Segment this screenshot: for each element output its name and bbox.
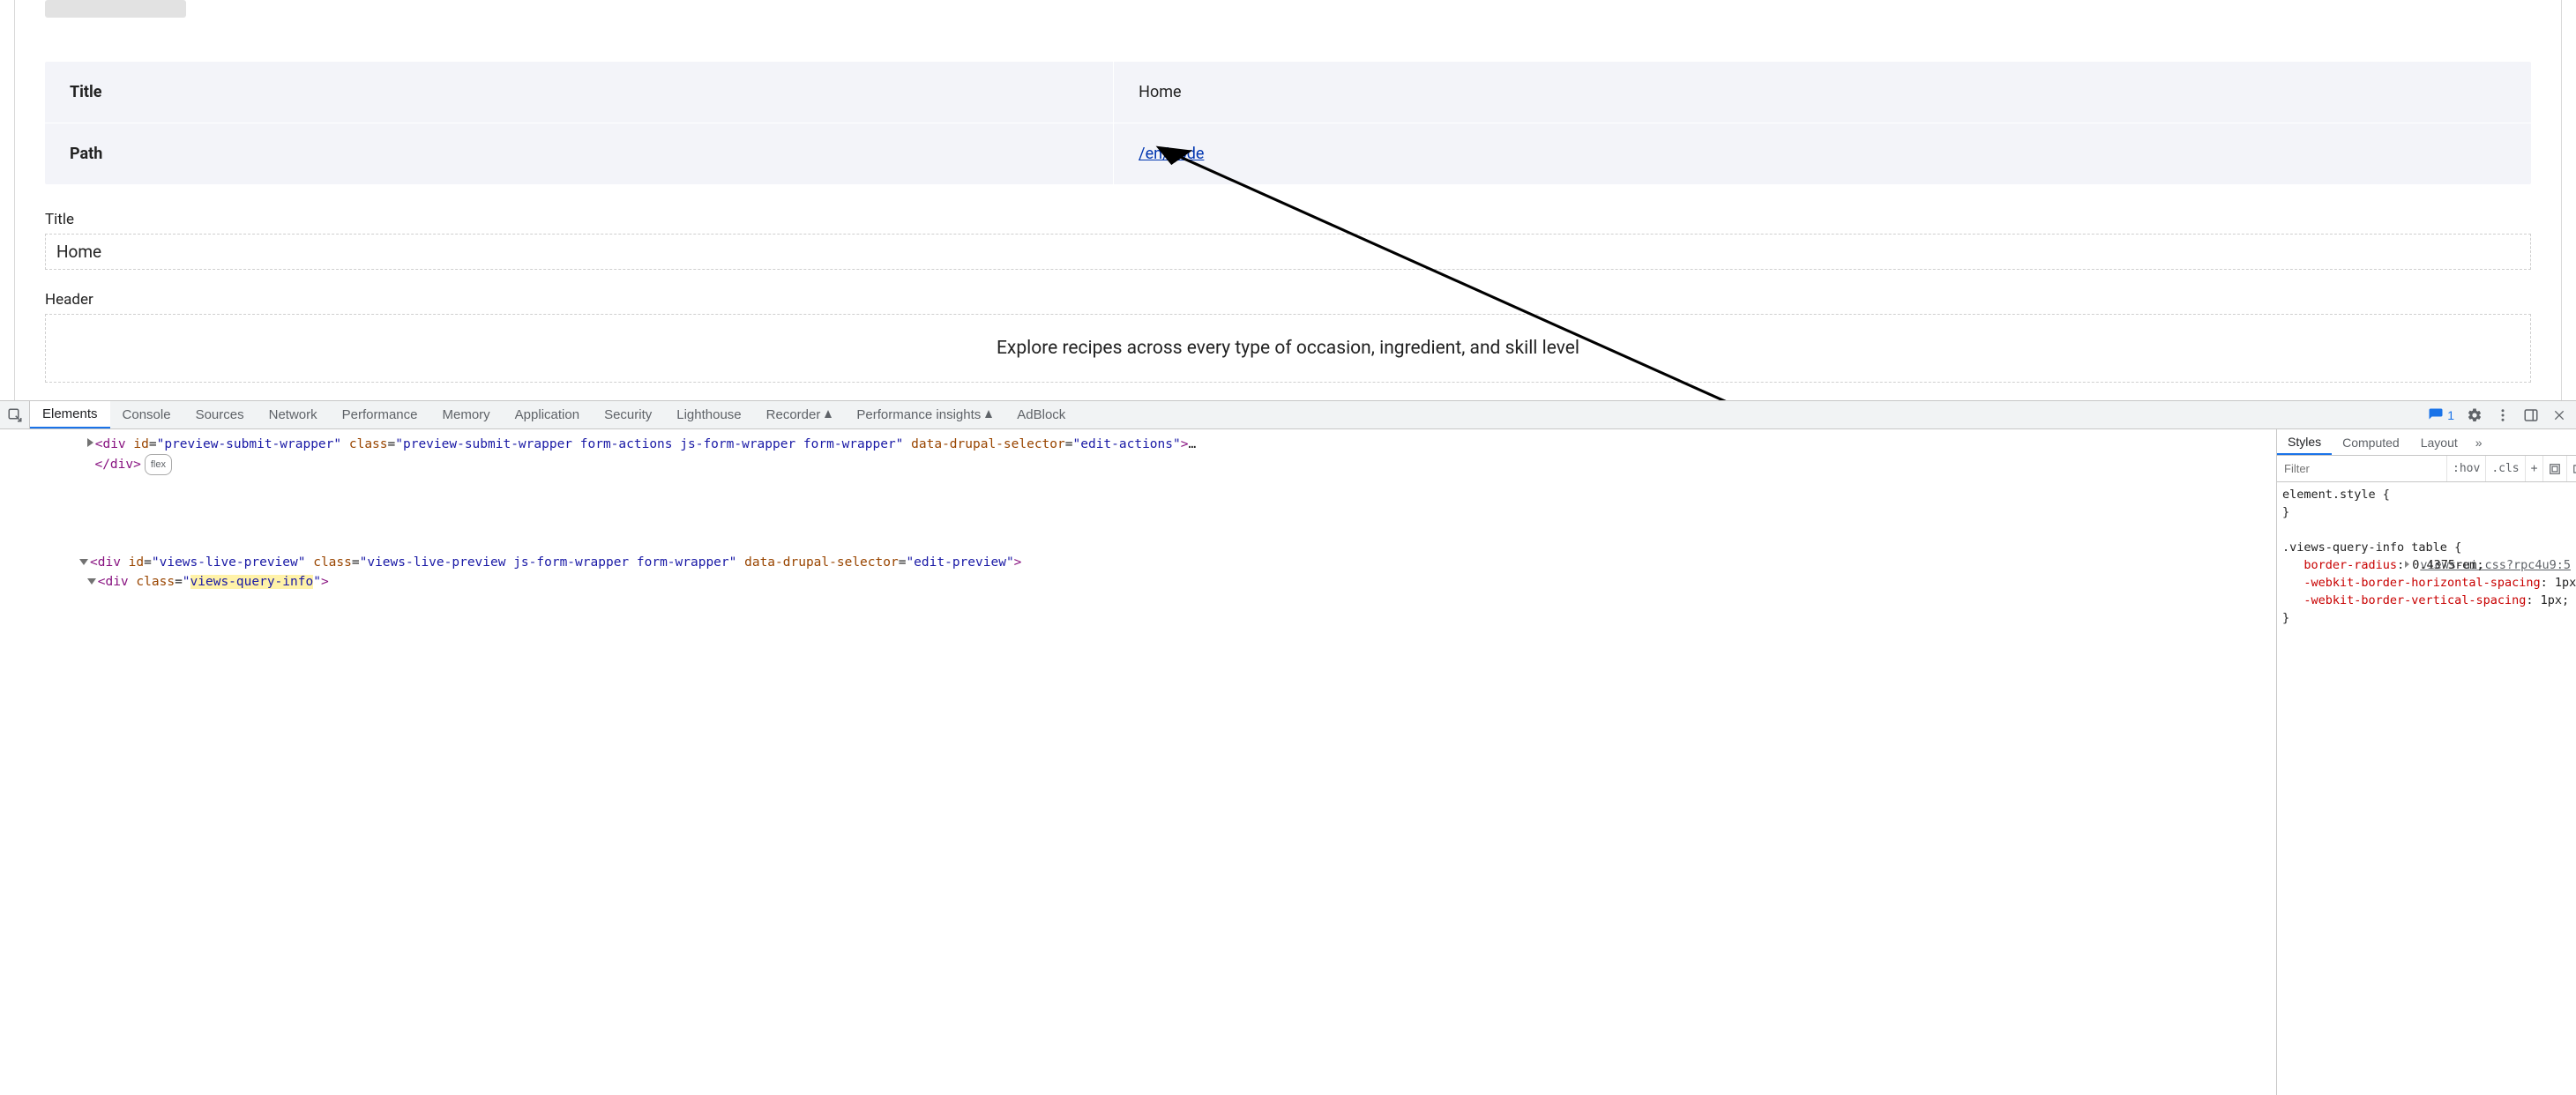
table-row: Path /en/node: [45, 123, 2531, 184]
gear-icon[interactable]: [2467, 407, 2483, 423]
path-value-cell: /en/node: [1114, 123, 2531, 184]
tab-memory[interactable]: Memory: [430, 401, 503, 428]
header-field-value: Explore recipes across every type of occ…: [45, 314, 2531, 383]
tab-adblock[interactable]: AdBlock: [1004, 401, 1078, 428]
elements-tree[interactable]: <div id="preview-submit-wrapper" class="…: [0, 429, 2276, 1095]
header-field-label: Header: [45, 291, 2531, 309]
tab-computed[interactable]: Computed: [2332, 429, 2410, 455]
tab-performance-insights[interactable]: Performance insights: [844, 401, 1004, 428]
devtools-tabs: Elements Console Sources Network Perform…: [0, 401, 2576, 429]
close-icon[interactable]: [2551, 407, 2567, 423]
tab-sources[interactable]: Sources: [183, 401, 257, 428]
styles-more-tabs[interactable]: »: [2468, 429, 2490, 455]
preview-area: Title Home Path /en/node Title Home Head…: [14, 0, 2562, 400]
tab-layout[interactable]: Layout: [2410, 429, 2468, 455]
path-link[interactable]: /en/node: [1139, 145, 1204, 163]
title-field-value: Home: [45, 234, 2531, 270]
styles-panel: Styles Computed Layout » :hov .cls +: [2276, 429, 2576, 1095]
inspect-element-button[interactable]: [0, 401, 30, 428]
placeholder-block: [45, 0, 186, 18]
views-query-info-table: Title Home Path /en/node: [45, 62, 2531, 184]
tab-elements[interactable]: Elements: [30, 401, 110, 428]
cls-toggle[interactable]: .cls: [2485, 456, 2524, 481]
styles-more-icon[interactable]: [2566, 456, 2576, 481]
tab-styles[interactable]: Styles: [2277, 429, 2332, 455]
tab-application[interactable]: Application: [503, 401, 592, 428]
kebab-menu-icon[interactable]: [2495, 407, 2511, 423]
styles-rules[interactable]: element.style { } .views-query-info tabl…: [2277, 482, 2576, 1095]
title-value: Home: [1114, 62, 2531, 123]
styles-filter-row: :hov .cls +: [2277, 456, 2576, 482]
dock-side-icon[interactable]: [2523, 407, 2539, 423]
tab-network[interactable]: Network: [257, 401, 330, 428]
tab-recorder[interactable]: Recorder: [754, 401, 845, 428]
issues-badge[interactable]: 1: [2428, 407, 2454, 423]
path-header: Path: [45, 123, 1114, 184]
title-header: Title: [45, 62, 1114, 123]
hov-toggle[interactable]: :hov: [2446, 456, 2485, 481]
title-field-label: Title: [45, 211, 2531, 228]
styles-tabs: Styles Computed Layout »: [2277, 429, 2576, 456]
tab-console[interactable]: Console: [110, 401, 183, 428]
tab-lighthouse[interactable]: Lighthouse: [664, 401, 753, 428]
new-rule-button[interactable]: +: [2525, 456, 2543, 481]
devtools-panel: Elements Console Sources Network Perform…: [0, 400, 2576, 1095]
table-row: Title Home: [45, 62, 2531, 123]
issues-count: 1: [2447, 408, 2454, 422]
styles-filter-input[interactable]: [2277, 456, 2446, 481]
styles-computed-toggle-icon[interactable]: [2542, 456, 2566, 481]
tab-security[interactable]: Security: [592, 401, 664, 428]
tab-performance[interactable]: Performance: [330, 401, 430, 428]
